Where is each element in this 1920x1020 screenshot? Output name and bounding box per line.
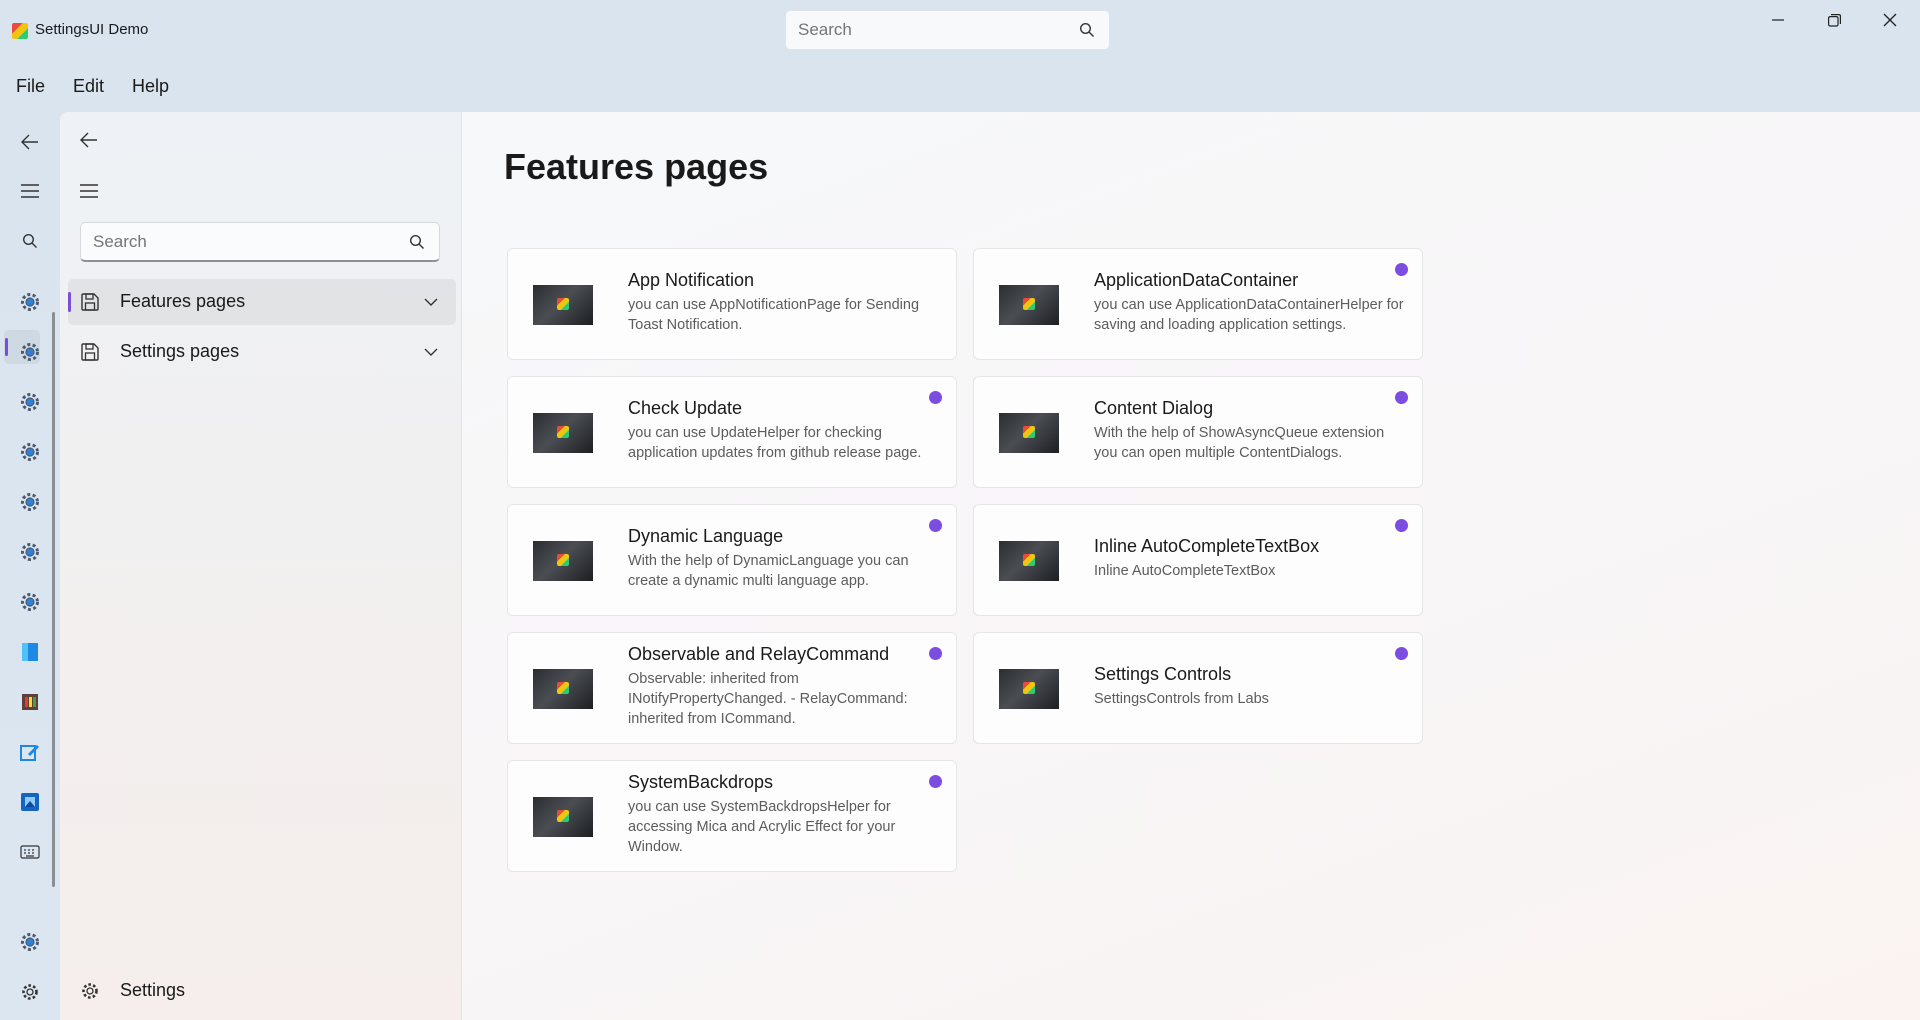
gear-icon[interactable] [16,438,44,466]
menu-file[interactable]: File [0,70,57,104]
new-badge [1395,647,1408,660]
feature-card-settings-controls[interactable]: Settings Controls SettingsControls from … [973,632,1423,744]
hamburger-icon[interactable] [80,184,98,203]
gear-icon[interactable] [16,928,44,956]
feature-card-content-dialog[interactable]: Content Dialog With the help of ShowAsyn… [973,376,1423,488]
card-description: With the help of ShowAsyncQueue extensio… [1094,425,1385,461]
card-thumbnail [999,541,1059,581]
feature-card-dynamic-language[interactable]: Dynamic Language With the help of Dynami… [507,504,957,616]
chevron-down-icon[interactable] [424,344,438,362]
gear-icon[interactable] [16,488,44,516]
new-badge [1395,391,1408,404]
card-description: With the help of DynamicLanguage you can… [628,553,909,589]
settings-icon[interactable] [16,978,44,1006]
card-title: Observable and RelayCommand [628,644,890,664]
nav-item-settings-pages[interactable]: Settings pages [68,329,456,375]
search-icon[interactable] [409,234,425,255]
card-title: Check Update [628,398,743,418]
menu-help[interactable]: Help [116,70,181,104]
photos-icon[interactable] [16,788,44,816]
new-badge [1395,519,1408,532]
nav-item-settings[interactable]: Settings [68,968,456,1014]
new-badge [929,519,942,532]
nav-search-input[interactable] [93,231,393,253]
card-title: App Notification [628,270,755,290]
card-thumbnail [999,669,1059,709]
gallery-icon[interactable] [16,688,44,716]
nav-search-box[interactable] [80,222,440,262]
feature-card-inline-autocomplete[interactable]: Inline AutoCompleteTextBox Inline AutoCo… [973,504,1423,616]
card-title: Content Dialog [1094,398,1214,418]
card-description: you can use ApplicationDataContainerHelp… [1094,297,1404,333]
windows-icon[interactable] [16,638,44,666]
app-title: SettingsUI Demo [35,21,149,38]
menu-edit[interactable]: Edit [57,70,116,104]
feature-card-observable-relaycommand[interactable]: Observable and RelayCommand Observable: … [507,632,957,744]
card-title: Dynamic Language [628,526,784,546]
rail-scrollbar[interactable] [52,312,55,887]
gear-icon[interactable] [16,338,44,366]
card-thumbnail [533,669,593,709]
gear-icon[interactable] [16,538,44,566]
card-thumbnail [533,285,593,325]
gear-icon[interactable] [16,288,44,316]
menu-bar: File Edit Help [0,70,181,104]
feature-card-application-data-container[interactable]: ApplicationDataContainer you can use App… [973,248,1423,360]
title-search-input[interactable] [798,19,1058,41]
feature-card-system-backdrops[interactable]: SystemBackdrops you can use SystemBackdr… [507,760,957,872]
card-thumbnail [533,797,593,837]
main-content: Features pages App Notification you can … [462,112,1920,1020]
card-description: you can use SystemBackdropsHelper for ac… [628,799,896,855]
search-icon[interactable] [16,227,44,255]
card-description: you can use AppNotificationPage for Send… [628,297,920,333]
feature-card-app-notification[interactable]: App Notification you can use AppNotifica… [507,248,957,360]
title-bar: SettingsUI Demo [0,0,1920,60]
restore-button[interactable] [1806,0,1862,40]
card-description: Inline AutoCompleteTextBox [1094,563,1276,579]
close-button[interactable] [1862,0,1918,40]
card-title: Inline AutoCompleteTextBox [1094,536,1320,556]
card-description: you can use UpdateHelper for checking ap… [628,425,922,461]
card-thumbnail [533,413,593,453]
chevron-down-icon[interactable] [424,294,438,312]
edit-icon[interactable] [16,738,44,766]
minimize-button[interactable] [1750,0,1806,40]
feature-card-check-update[interactable]: Check Update you can use UpdateHelper fo… [507,376,957,488]
save-icon [80,292,100,317]
new-badge [929,775,942,788]
app-icon [12,23,28,39]
title-search-box[interactable] [785,10,1110,50]
nav-item-label: Settings [120,980,186,1000]
gear-icon[interactable] [16,388,44,416]
card-thumbnail [999,285,1059,325]
search-icon[interactable] [1079,22,1095,43]
new-badge [1395,263,1408,276]
nav-item-label: Settings pages [120,341,240,361]
card-description: Observable: inherited from INotifyProper… [628,671,908,727]
card-description: SettingsControls from Labs [1094,691,1269,707]
save-icon [80,342,100,367]
card-title: ApplicationDataContainer [1094,270,1299,290]
back-icon[interactable] [16,128,44,156]
card-title: Settings Controls [1094,664,1232,684]
settings-icon [80,981,100,1006]
card-thumbnail [533,541,593,581]
new-badge [929,647,942,660]
keyboard-icon[interactable] [16,838,44,866]
nav-item-features-pages[interactable]: Features pages [68,279,456,325]
gear-icon[interactable] [16,588,44,616]
navigation-pane: Features pages Settings pages Settings [60,112,462,1020]
page-title: Features pages [504,146,769,187]
icon-rail [0,112,60,1020]
hamburger-icon[interactable] [16,177,44,205]
card-thumbnail [999,413,1059,453]
card-title: SystemBackdrops [628,772,774,792]
new-badge [929,391,942,404]
nav-item-label: Features pages [120,291,246,311]
back-icon[interactable] [80,132,98,153]
